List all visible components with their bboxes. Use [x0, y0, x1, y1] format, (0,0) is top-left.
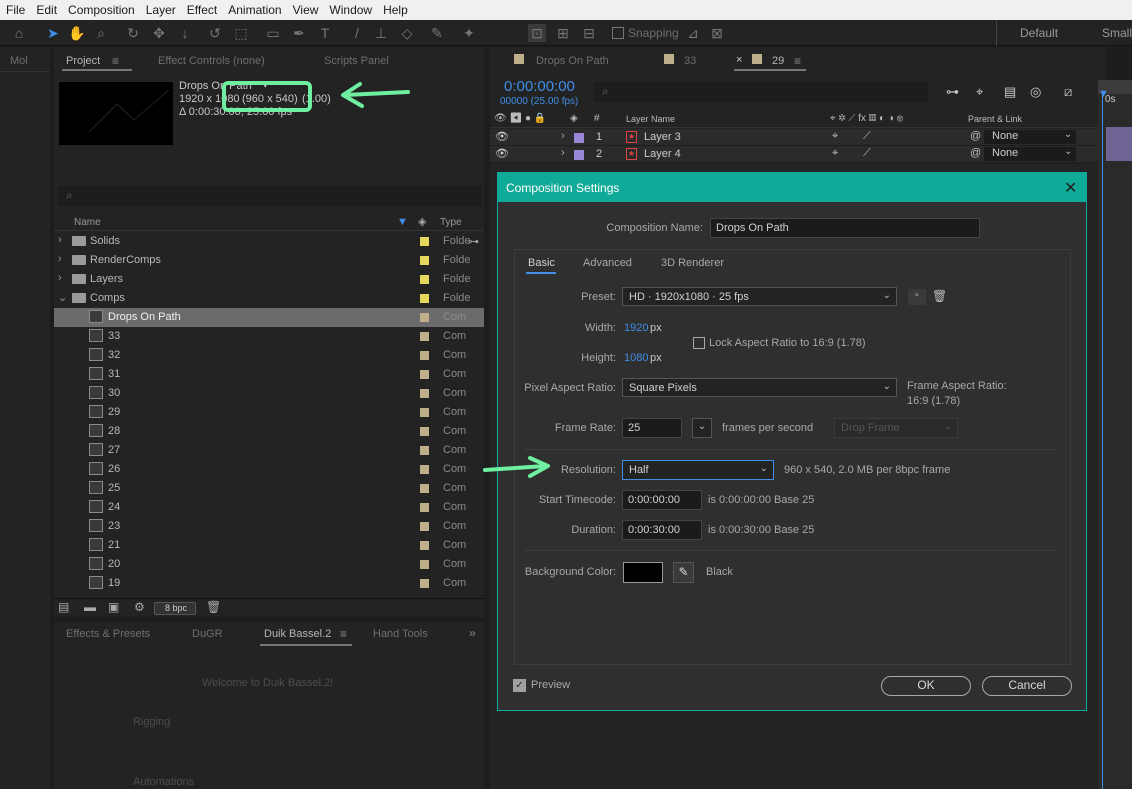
annotation-arrow-resolution [483, 456, 550, 478]
annotation-overlay [222, 81, 550, 478]
annotation-highlight-box [222, 81, 312, 112]
annotation-arrow-top [341, 82, 410, 108]
